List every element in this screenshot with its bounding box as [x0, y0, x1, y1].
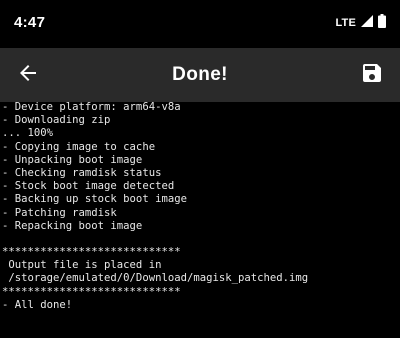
console-line: - Backing up stock boot image [2, 193, 187, 206]
console-lines: - Device platform: arm64-v8a - Downloadin… [2, 102, 308, 312]
signal-icon [361, 14, 373, 32]
console-line: ... 100% [2, 127, 54, 140]
console-line: - Patching ramdisk [2, 206, 117, 219]
console-line: - Device platform: arm64-v8a [2, 102, 181, 113]
console-line: - Repacking boot image [2, 219, 143, 232]
toolbar: Done! [0, 48, 400, 102]
status-icons: LTE [335, 13, 386, 33]
console-line: **************************** [2, 285, 181, 298]
console-line: Output file is placed in [2, 259, 162, 272]
battery-icon [378, 13, 386, 33]
save-icon [362, 63, 382, 88]
console-line: - Downloading zip [2, 114, 111, 127]
app-screen: 4:47 LTE Done! - Device platform: arm64-… [0, 0, 400, 338]
page-title: Done! [172, 64, 228, 85]
console-line: - Copying image to cache [2, 140, 156, 153]
console-line: /storage/emulated/0/Download/magisk_patc… [2, 272, 309, 285]
console-line: - All done! [2, 298, 73, 311]
console-output: - Device platform: arm64-v8a - Downloadin… [0, 102, 400, 338]
console-line: - Unpacking boot image [2, 153, 143, 166]
save-button[interactable] [352, 55, 392, 95]
console-line: **************************** [2, 246, 181, 259]
status-time: 4:47 [14, 14, 46, 31]
status-bar: 4:47 LTE [0, 0, 400, 48]
network-type-label: LTE [335, 17, 356, 29]
console-line: - Stock boot image detected [2, 180, 175, 193]
console-line: - Checking ramdisk status [2, 166, 162, 179]
